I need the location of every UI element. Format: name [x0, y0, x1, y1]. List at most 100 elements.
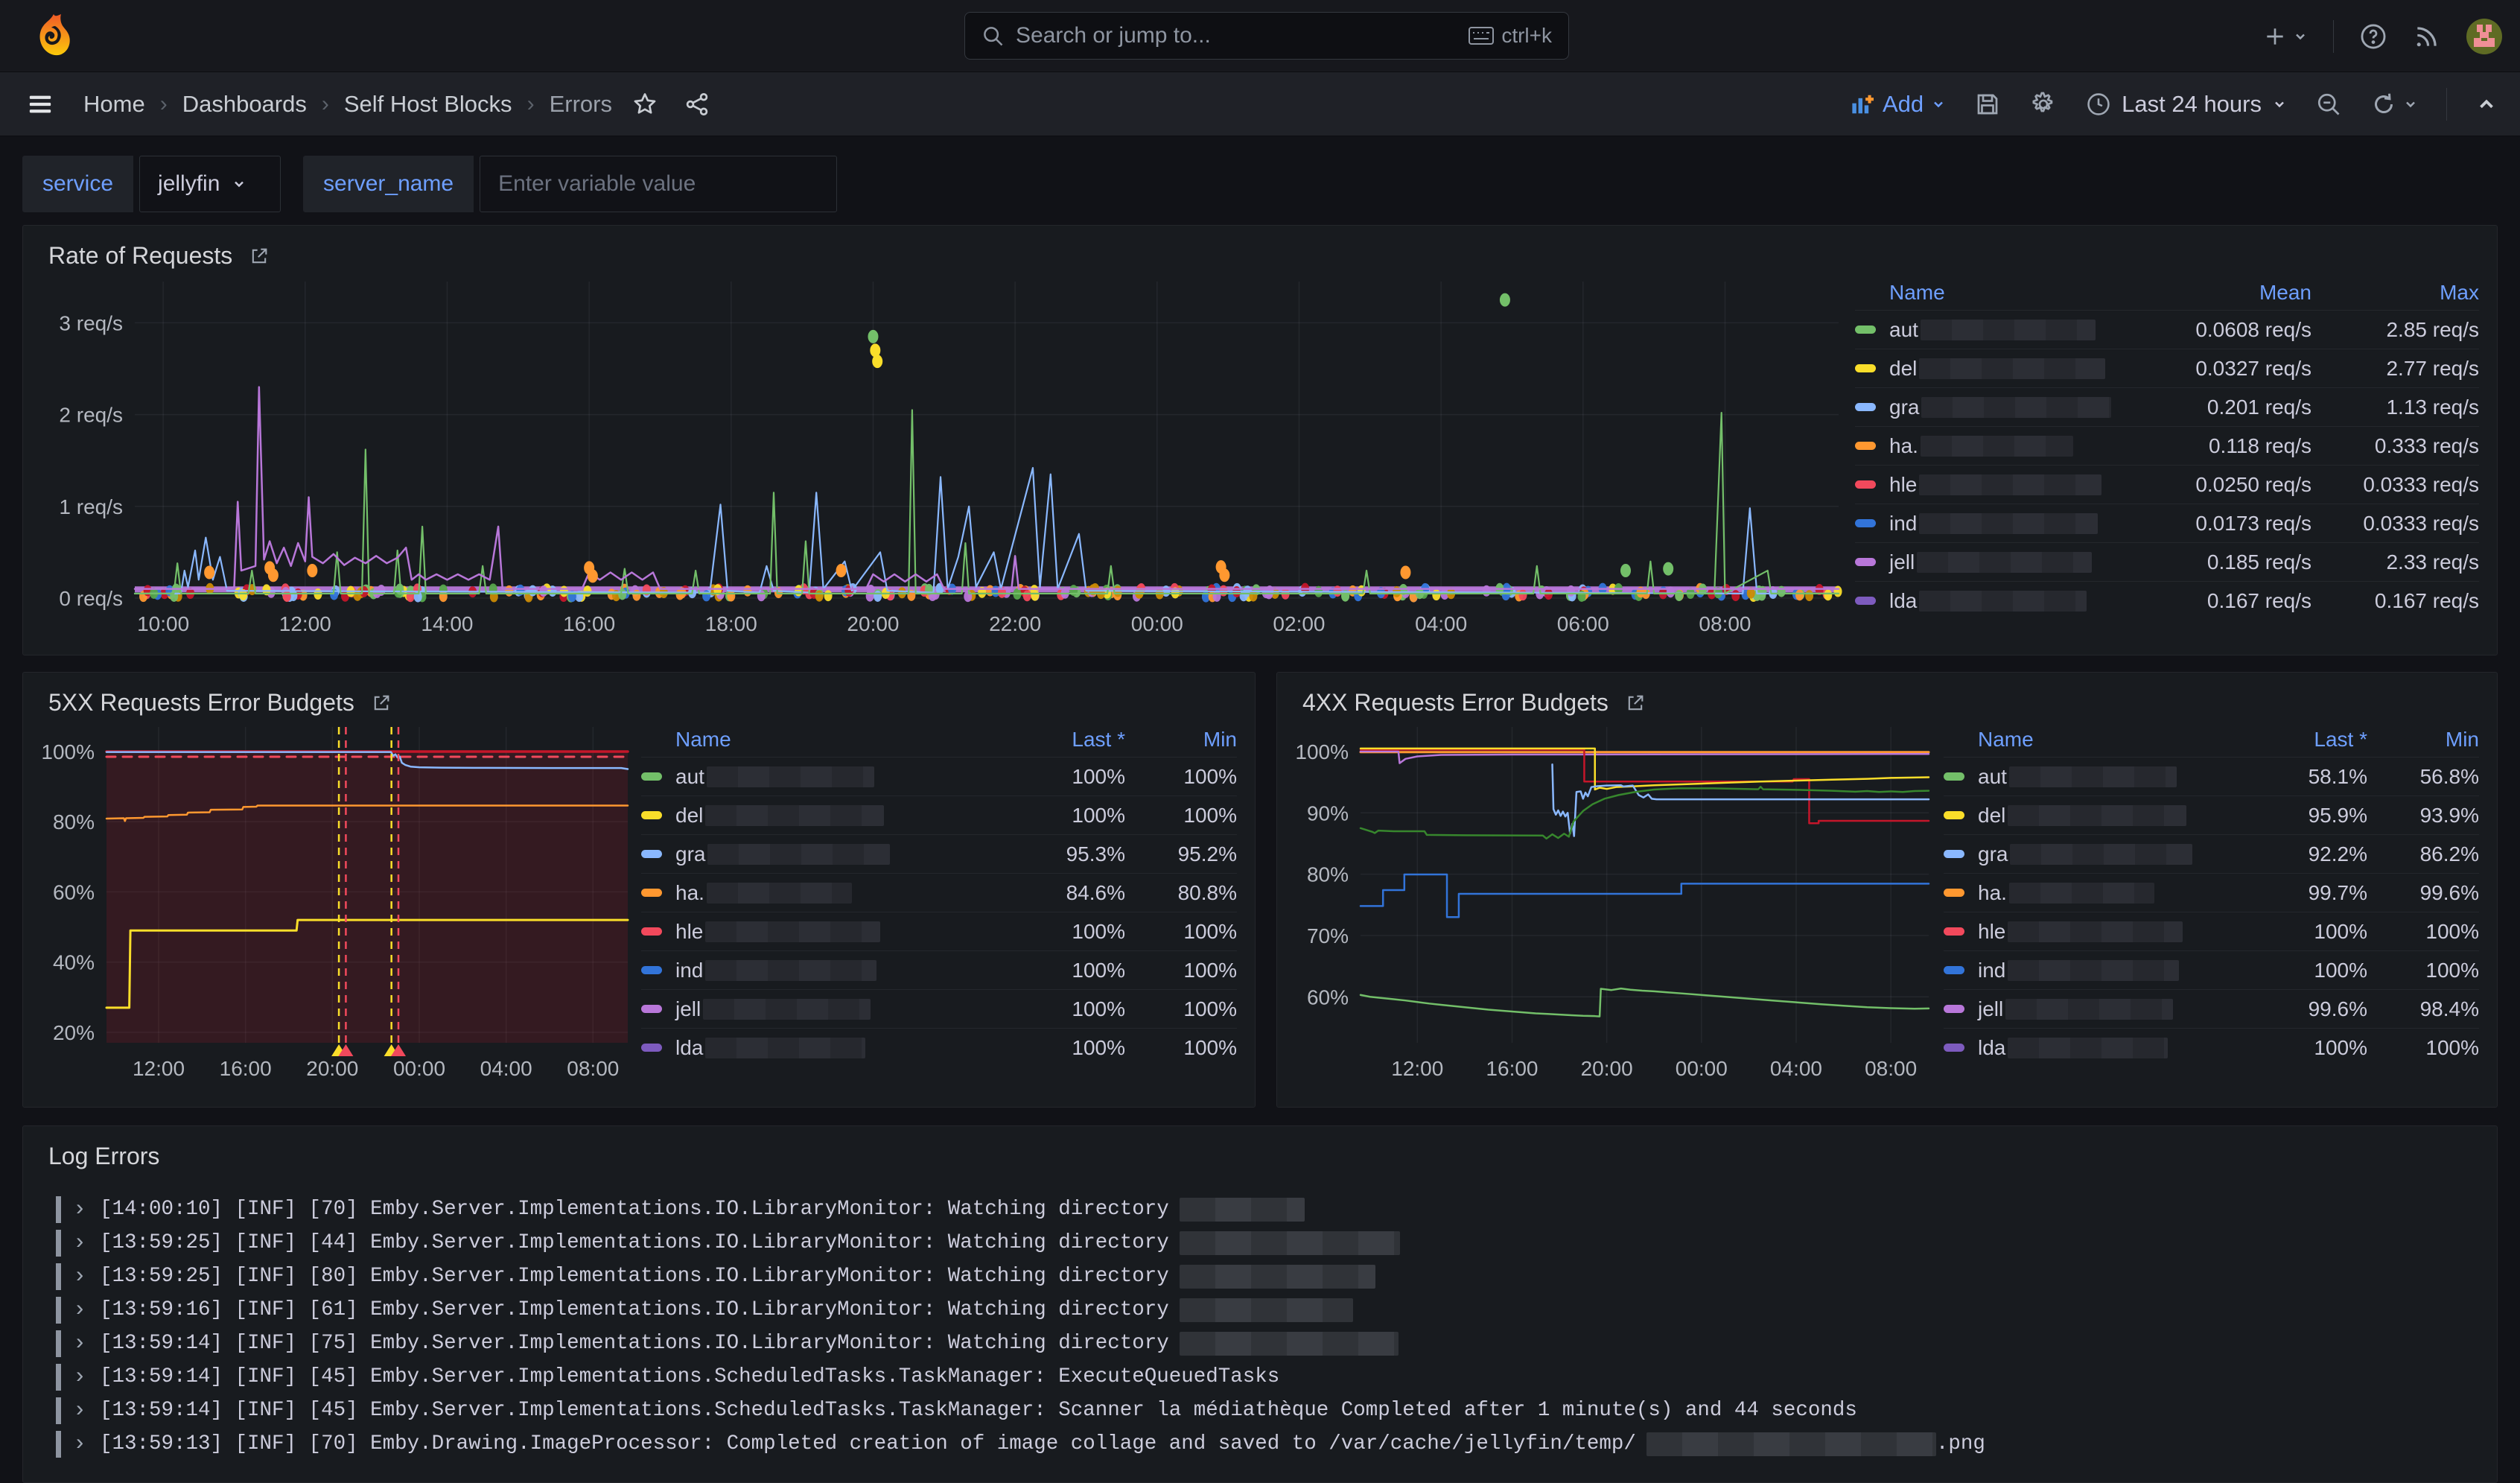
series-color-swatch[interactable]: [1855, 519, 1876, 527]
series-color-swatch[interactable]: [1944, 772, 1964, 781]
breadcrumb-item-dashboards[interactable]: Dashboards: [182, 91, 307, 118]
expand-chevron-icon[interactable]: ›: [73, 1331, 86, 1356]
time-range-picker[interactable]: Last 24 hours: [2086, 91, 2287, 118]
log-line[interactable]: ›[13:59:13] [INF] [70] Emby.Drawing.Imag…: [56, 1427, 2475, 1461]
series-color-swatch[interactable]: [1944, 927, 1964, 936]
series-color-swatch[interactable]: [641, 966, 662, 974]
series-name[interactable]: aut: [675, 765, 999, 789]
series-name[interactable]: aut: [1889, 318, 2125, 342]
refresh-button[interactable]: [2370, 91, 2418, 118]
search-input[interactable]: Search or jump to... ctrl+k: [964, 12, 1569, 60]
series-color-swatch[interactable]: [1944, 811, 1964, 819]
panel-title[interactable]: 5XX Requests Error Budgets: [23, 673, 1255, 717]
log-line[interactable]: ›[13:59:14] [INF] [45] Emby.Server.Imple…: [56, 1360, 2475, 1394]
series-color-swatch[interactable]: [1944, 966, 1964, 974]
log-line[interactable]: ›[13:59:16] [INF] [61] Emby.Server.Imple…: [56, 1293, 2475, 1327]
add-button[interactable]: Add: [1850, 91, 1946, 118]
series-name[interactable]: ind: [1889, 512, 2125, 536]
series-color-swatch[interactable]: [641, 889, 662, 897]
legend-col-2[interactable]: Max: [2311, 281, 2479, 305]
series-name[interactable]: ind: [1978, 959, 2241, 982]
error-budget-4xx-chart[interactable]: 12:0016:0020:0000:0004:0008:0060%70%80%9…: [1277, 717, 1936, 1095]
series-color-swatch[interactable]: [641, 772, 662, 781]
error-budget-5xx-chart[interactable]: 12:0016:0020:0000:0004:0008:0020%40%60%8…: [23, 717, 634, 1095]
new-button[interactable]: [2263, 25, 2308, 48]
log-line[interactable]: ›[14:00:10] [INF] [70] Emby.Server.Imple…: [56, 1193, 2475, 1226]
expand-chevron-icon[interactable]: ›: [73, 1230, 86, 1256]
series-color-swatch[interactable]: [641, 927, 662, 936]
series-color-swatch[interactable]: [641, 850, 662, 858]
mega-menu-button[interactable]: [25, 92, 55, 117]
log-line[interactable]: ›[13:59:25] [INF] [80] Emby.Server.Imple…: [56, 1260, 2475, 1293]
external-link-icon[interactable]: [249, 246, 270, 267]
help-button[interactable]: [2359, 22, 2387, 51]
log-line[interactable]: ›[13:59:14] [INF] [45] Emby.Server.Imple…: [56, 1394, 2475, 1427]
series-name[interactable]: hle: [675, 920, 999, 944]
expand-chevron-icon[interactable]: ›: [73, 1432, 86, 1457]
news-button[interactable]: [2413, 22, 2441, 51]
series-name[interactable]: gra: [675, 842, 999, 866]
expand-chevron-icon[interactable]: ›: [73, 1365, 86, 1390]
series-color-swatch[interactable]: [641, 811, 662, 819]
legend-col-1[interactable]: Mean: [2125, 281, 2311, 305]
series-color-swatch[interactable]: [1855, 403, 1876, 411]
series-name[interactable]: aut: [1978, 765, 2241, 789]
panel-title[interactable]: Rate of Requests: [23, 226, 2497, 270]
series-color-swatch[interactable]: [1855, 597, 1876, 605]
series-name[interactable]: ind: [675, 959, 999, 982]
dashboard-settings-button[interactable]: [2029, 90, 2058, 118]
legend-col-2[interactable]: Min: [1125, 728, 1237, 752]
series-color-swatch[interactable]: [641, 1044, 662, 1052]
legend-col-name[interactable]: Name: [1889, 281, 2125, 305]
series-name[interactable]: lda: [1889, 589, 2125, 613]
legend-col-name[interactable]: Name: [1978, 728, 2241, 752]
series-color-swatch[interactable]: [1944, 1005, 1964, 1013]
series-name[interactable]: ha.: [1889, 434, 2125, 458]
external-link-icon[interactable]: [371, 693, 392, 714]
series-name[interactable]: gra: [1978, 842, 2241, 866]
external-link-icon[interactable]: [1625, 693, 1646, 714]
variable-value-select[interactable]: jellyfin: [139, 156, 281, 212]
series-color-swatch[interactable]: [1944, 889, 1964, 897]
panel-title[interactable]: Log Errors: [23, 1126, 2497, 1170]
log-line[interactable]: ›[13:59:25] [INF] [44] Emby.Server.Imple…: [56, 1226, 2475, 1260]
zoom-out-button[interactable]: [2315, 91, 2342, 118]
series-name[interactable]: gra: [1889, 396, 2125, 419]
series-color-swatch[interactable]: [641, 1005, 662, 1013]
series-name[interactable]: jell: [675, 997, 999, 1021]
legend-col-name[interactable]: Name: [675, 728, 999, 752]
series-name[interactable]: jell: [1889, 550, 2125, 574]
series-name[interactable]: lda: [675, 1036, 999, 1060]
series-name[interactable]: ha.: [1978, 881, 2241, 905]
series-color-swatch[interactable]: [1855, 364, 1876, 372]
series-color-swatch[interactable]: [1944, 850, 1964, 858]
legend-col-1[interactable]: Last *: [999, 728, 1125, 752]
series-color-swatch[interactable]: [1855, 326, 1876, 334]
rate-of-requests-chart[interactable]: 10:0012:0014:0016:0018:0020:0022:0000:00…: [23, 270, 1848, 646]
avatar[interactable]: [2466, 19, 2502, 54]
series-name[interactable]: hle: [1889, 473, 2125, 497]
series-name[interactable]: del: [1978, 804, 2241, 828]
legend-col-1[interactable]: Last *: [2241, 728, 2367, 752]
breadcrumb-item-self-host-blocks[interactable]: Self Host Blocks: [344, 91, 512, 118]
legend-col-2[interactable]: Min: [2367, 728, 2479, 752]
share-icon[interactable]: [684, 91, 710, 118]
log-line[interactable]: ›[13:59:14] [INF] [75] Emby.Server.Imple…: [56, 1327, 2475, 1360]
star-icon[interactable]: [631, 91, 658, 118]
series-name[interactable]: del: [1889, 357, 2125, 381]
breadcrumb-item-home[interactable]: Home: [83, 91, 145, 118]
grafana-logo[interactable]: [33, 13, 74, 59]
series-name[interactable]: hle: [1978, 920, 2241, 944]
save-dashboard-button[interactable]: [1974, 91, 2001, 118]
expand-chevron-icon[interactable]: ›: [73, 1398, 86, 1423]
expand-chevron-icon[interactable]: ›: [73, 1298, 86, 1323]
kiosk-collapse-button[interactable]: [2475, 93, 2498, 115]
series-color-swatch[interactable]: [1944, 1044, 1964, 1052]
series-name[interactable]: jell: [1978, 997, 2241, 1021]
series-color-swatch[interactable]: [1855, 558, 1876, 566]
series-color-swatch[interactable]: [1855, 442, 1876, 450]
expand-chevron-icon[interactable]: ›: [73, 1197, 86, 1222]
series-name[interactable]: del: [675, 804, 999, 828]
expand-chevron-icon[interactable]: ›: [73, 1264, 86, 1289]
series-color-swatch[interactable]: [1855, 480, 1876, 489]
